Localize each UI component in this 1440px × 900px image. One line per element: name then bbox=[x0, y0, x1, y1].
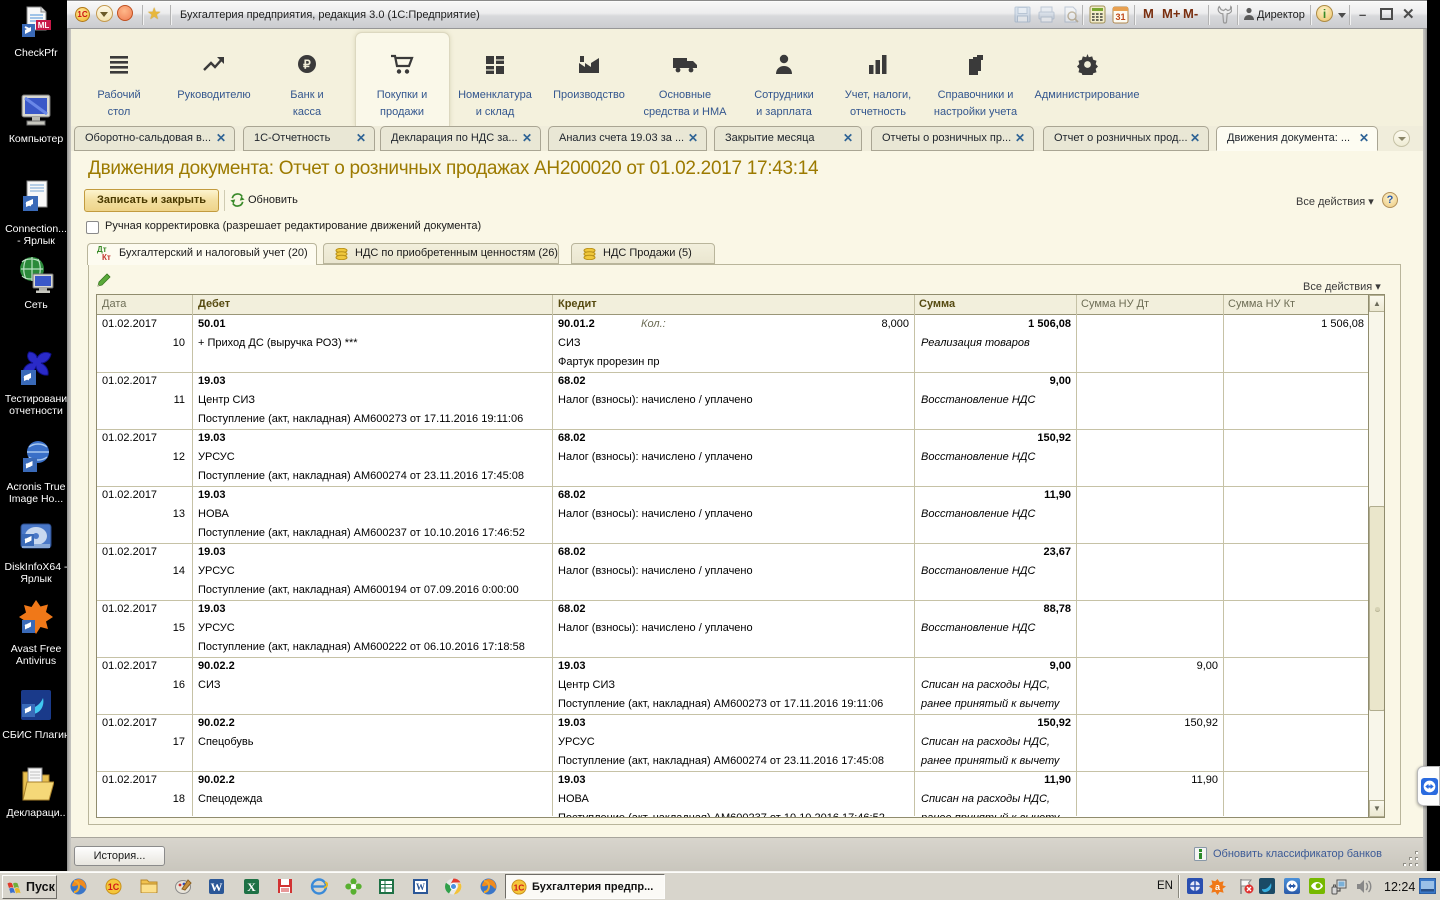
svg-text:ML: ML bbox=[38, 21, 50, 30]
svg-text:W: W bbox=[416, 882, 425, 892]
svg-text:W: W bbox=[211, 880, 223, 894]
svg-text:31: 31 bbox=[1115, 12, 1125, 22]
svg-text:1С: 1С bbox=[108, 882, 120, 892]
svg-text:1С: 1С bbox=[514, 882, 525, 892]
svg-text:₽: ₽ bbox=[303, 58, 311, 72]
svg-text:X: X bbox=[247, 880, 256, 894]
